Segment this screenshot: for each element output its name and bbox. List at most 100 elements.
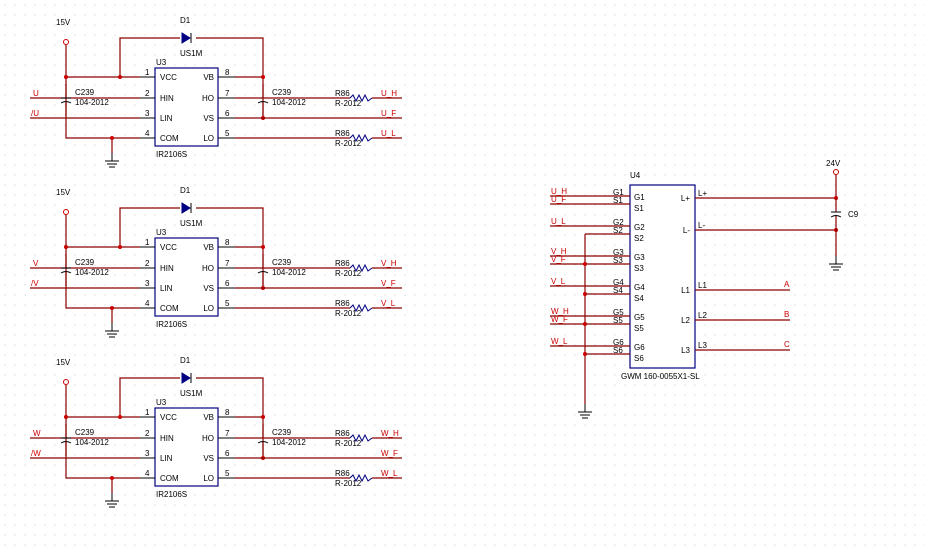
schematic-canvas: 15V D1US1MU/UC239104-2012U3IR2106S1VCC2HI… [0, 0, 925, 546]
res-ref: R86 [335, 429, 350, 438]
pin-number: 3 [145, 109, 150, 118]
pin-number: 8 [225, 68, 230, 77]
pin-name: HIN [160, 434, 174, 443]
module-pin-name: L2 [681, 316, 690, 325]
module-pin-name: G5 [634, 313, 645, 322]
pin-number: 2 [145, 429, 150, 438]
res-value: R-2012 [335, 269, 362, 278]
module-net-label: U_F [551, 195, 566, 204]
pin-name: LIN [160, 454, 173, 463]
pin-number: 1 [145, 408, 150, 417]
junction-dot [118, 245, 122, 249]
pin-number: 4 [145, 129, 150, 138]
module-pin-name: L+ [681, 194, 690, 203]
pin-name: COM [160, 304, 179, 313]
cap-value: 104-2012 [75, 438, 109, 447]
module-supply-label: 24V [826, 159, 841, 168]
cap-value: 104-2012 [75, 268, 109, 277]
junction-dot [261, 75, 265, 79]
supply-label: 15V [56, 18, 71, 27]
pin-name: COM [160, 474, 179, 483]
net-label-lin: /V [31, 279, 39, 288]
pin-name: VS [203, 114, 214, 123]
ic-part: IR2106S [156, 490, 187, 499]
module-pin-number: L3 [698, 341, 707, 350]
module-part: GWM 160-0055X1-SL [621, 372, 700, 381]
res-ref: R86 [335, 89, 350, 98]
pin-number: 5 [225, 299, 230, 308]
supply-label: 15V [56, 188, 71, 197]
module-net-label: A [784, 280, 790, 289]
pin-name: HO [202, 94, 214, 103]
cap-ref: C239 [75, 258, 95, 267]
res-value: R-2012 [335, 139, 362, 148]
module-pin-number: L1 [698, 281, 707, 290]
module-pin-name: S6 [634, 354, 644, 363]
ic-part: IR2106S [156, 150, 187, 159]
junction-dot [261, 245, 265, 249]
pin-name: HO [202, 434, 214, 443]
res-ref: R86 [335, 469, 350, 478]
module-pin-name: L1 [681, 286, 690, 295]
pin-name: VB [203, 73, 214, 82]
pin-name: LIN [160, 284, 173, 293]
pin-name: HIN [160, 264, 174, 273]
pin-name: LIN [160, 114, 173, 123]
net-label-vs: V_F [381, 279, 396, 288]
res-value: R-2012 [335, 309, 362, 318]
junction-dot [110, 476, 114, 480]
module-pin-number: L2 [698, 311, 707, 320]
pin-number: 6 [225, 109, 230, 118]
module-pin-number: L- [698, 221, 705, 230]
junction-dot [583, 262, 587, 266]
module-pin-number: S5 [613, 316, 623, 325]
module-pin-number: S6 [613, 346, 623, 355]
res-value: R-2012 [335, 479, 362, 488]
junction-dot [261, 415, 265, 419]
module-pin-name: L- [683, 226, 690, 235]
pin-name: VCC [160, 413, 177, 422]
junction-dot [110, 306, 114, 310]
module-pin-name: L3 [681, 346, 690, 355]
pin-name: LO [203, 134, 214, 143]
pin-number: 3 [145, 279, 150, 288]
net-label-hin: V [33, 259, 39, 268]
pin-number: 2 [145, 259, 150, 268]
pin-number: 3 [145, 449, 150, 458]
pin-name: VB [203, 413, 214, 422]
module-net-label: C [784, 340, 790, 349]
pin-number: 8 [225, 408, 230, 417]
diode-part: US1M [180, 389, 203, 398]
pin-number: 1 [145, 68, 150, 77]
module-pin-number: S1 [613, 196, 623, 205]
ic-ref: U3 [156, 228, 167, 237]
pin-number: 4 [145, 469, 150, 478]
pin-number: 7 [225, 89, 230, 98]
net-label-hin: W [33, 429, 41, 438]
res-value: R-2012 [335, 99, 362, 108]
module-pin-name: G4 [634, 283, 645, 292]
net-label-vs: W_F [381, 449, 398, 458]
net-label-lo: W_L [381, 469, 398, 478]
junction-dot [64, 75, 68, 79]
junction-dot [583, 352, 587, 356]
cap-value: 104-2012 [272, 438, 306, 447]
pin-number: 2 [145, 89, 150, 98]
pin-name: LO [203, 304, 214, 313]
res-ref: R86 [335, 259, 350, 268]
module-pin-name: S4 [634, 294, 644, 303]
module-net-label: U_L [551, 217, 566, 226]
module-net-label: W_F [551, 315, 568, 324]
module-pin-name: G1 [634, 193, 645, 202]
junction-dot [118, 415, 122, 419]
net-label-lo: V_L [381, 299, 396, 308]
pin-name: VS [203, 284, 214, 293]
pin-number: 6 [225, 279, 230, 288]
net-label-hin: U [33, 89, 39, 98]
net-label-ho: W_H [381, 429, 399, 438]
pin-name: LO [203, 474, 214, 483]
cap-ref: C239 [272, 88, 292, 97]
ic-ref: U3 [156, 58, 167, 67]
diode-ref: D1 [180, 186, 191, 195]
module-net-label: W_L [551, 337, 568, 346]
